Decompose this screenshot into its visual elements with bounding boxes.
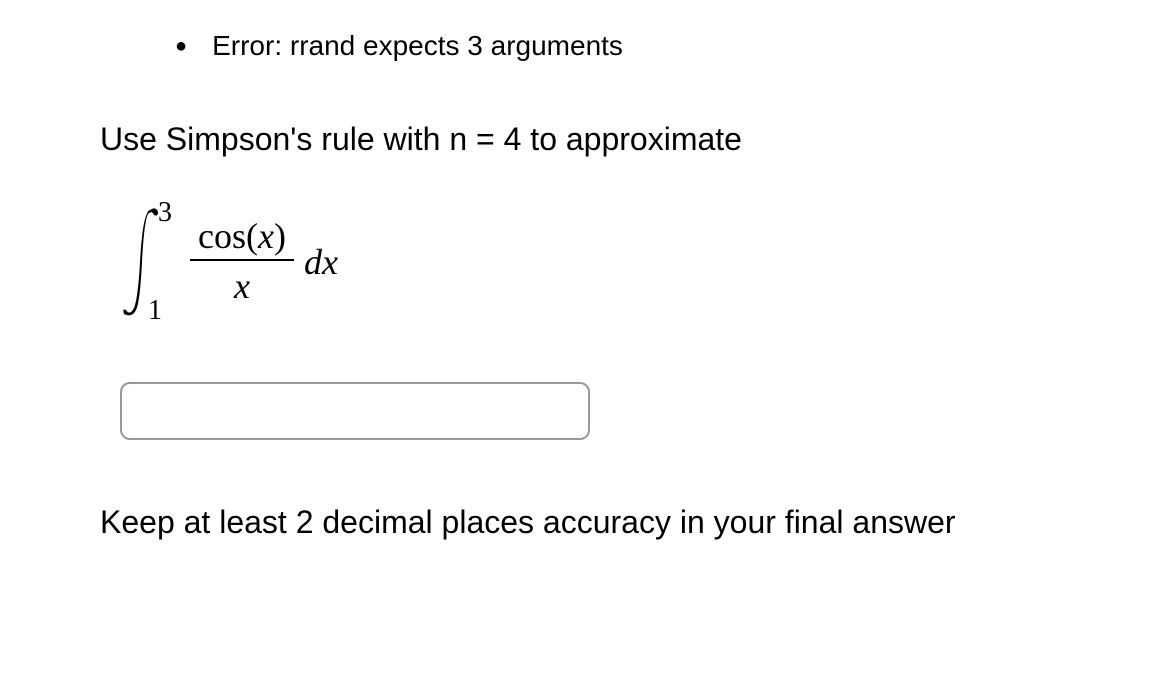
lower-limit: 1 (148, 295, 162, 327)
cos-function: cos (198, 216, 246, 256)
integral-sign: 3 1 (120, 202, 170, 322)
denominator: x (226, 261, 258, 311)
differential-dx: dx (304, 241, 338, 283)
numerator: cos(x) (190, 213, 294, 259)
upper-limit: 3 (158, 197, 172, 229)
accuracy-instruction: Keep at least 2 decimal places accuracy … (100, 500, 1069, 545)
variable-x: x (258, 216, 274, 256)
integral-expression: 3 1 cos(x) x dx (120, 202, 1069, 322)
error-line: ● Error: rrand expects 3 arguments (175, 30, 1069, 62)
answer-input[interactable] (120, 382, 590, 440)
fraction: cos(x) x (190, 213, 294, 311)
bullet-icon: ● (175, 35, 187, 58)
error-text: Error: rrand expects 3 arguments (212, 30, 623, 62)
question-prompt: Use Simpson's rule with n = 4 to approxi… (100, 117, 1069, 162)
